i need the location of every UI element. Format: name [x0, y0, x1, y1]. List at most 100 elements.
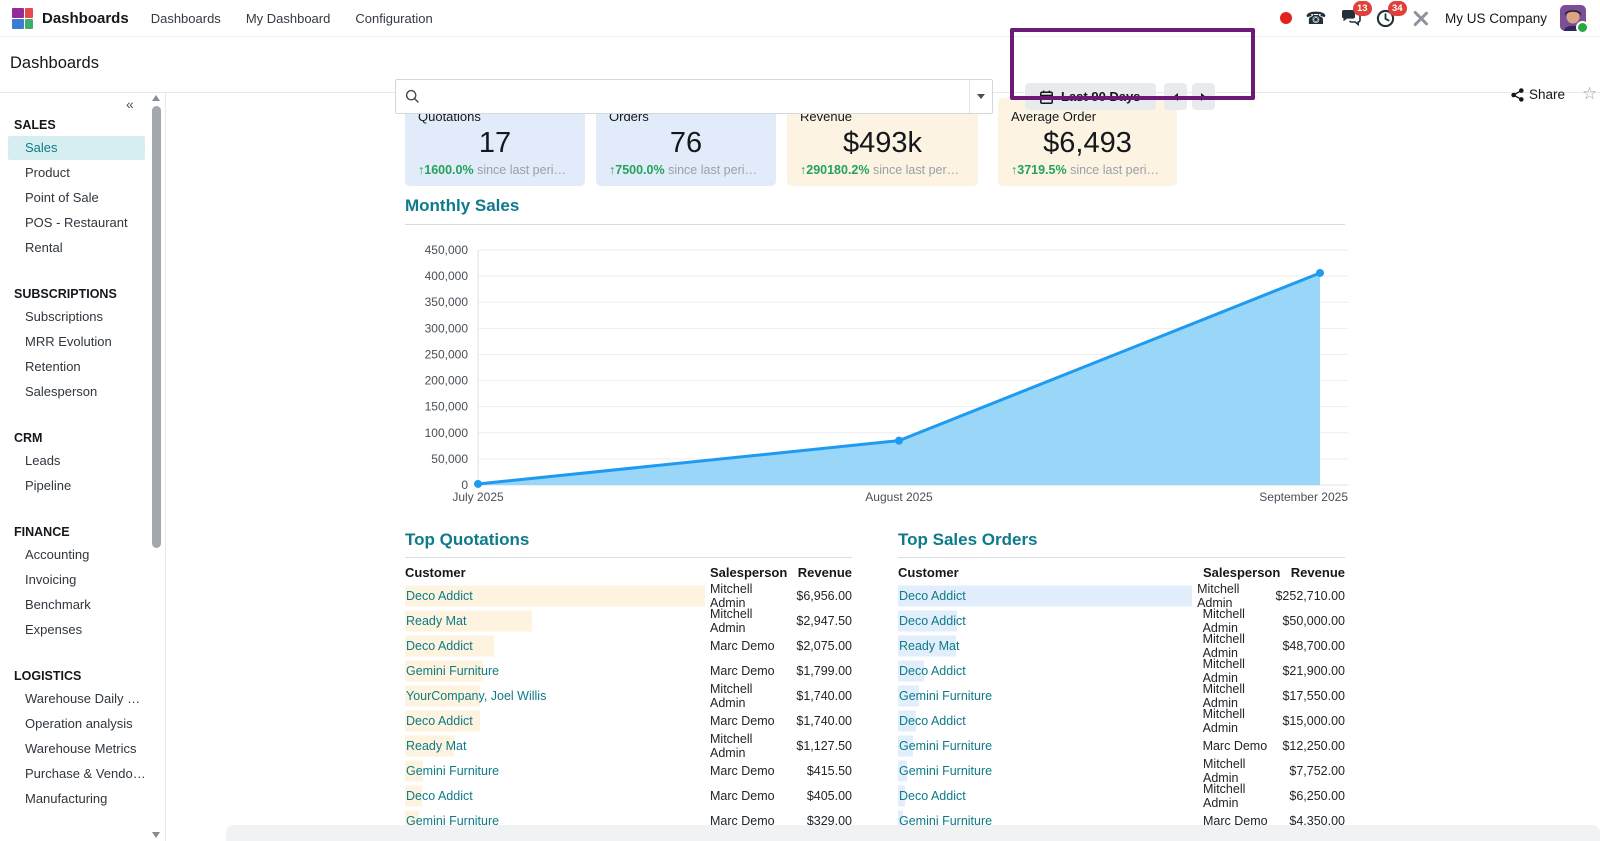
apps-grid-icon[interactable] — [12, 8, 33, 29]
customer-link[interactable]: YourCompany, Joel Willis — [405, 689, 546, 703]
table-row[interactable]: Ready MatMitchell Admin$48,700.00 — [898, 633, 1345, 658]
activities-clock-icon[interactable]: 34 — [1375, 7, 1397, 29]
table-row[interactable]: Ready MatMitchell Admin$1,127.50 — [405, 733, 852, 758]
table-row[interactable]: Deco AddictMarc Demo$1,740.00 — [405, 708, 852, 733]
sidebar-item-operation-analysis[interactable]: Operation analysis — [8, 712, 145, 736]
sidebar-item-product[interactable]: Product — [8, 161, 145, 185]
sidebar-item-warehouse-metrics[interactable]: Warehouse Metrics — [8, 737, 145, 761]
search-input[interactable] — [426, 79, 969, 114]
messages-icon[interactable]: 13 — [1340, 7, 1362, 29]
scrollbar-up-arrow[interactable] — [152, 95, 160, 101]
customer-cell: Deco Addict — [405, 639, 705, 653]
table-row[interactable]: Ready MatMitchell Admin$2,947.50 — [405, 608, 852, 633]
app-name[interactable]: Dashboards — [42, 10, 129, 27]
sidebar-item-invoicing[interactable]: Invoicing — [8, 568, 145, 592]
chevron-down-icon — [977, 94, 985, 99]
sidebar-item-pos-restaurant[interactable]: POS - Restaurant — [8, 211, 145, 235]
customer-cell: Ready Mat — [405, 614, 705, 628]
customer-link[interactable]: Deco Addict — [898, 614, 966, 628]
column-header-customer: Customer — [898, 565, 1198, 580]
revenue-cell: $252,710.00 — [1275, 589, 1345, 603]
sidebar-item-expenses[interactable]: Expenses — [8, 618, 145, 642]
table-row[interactable]: Gemini FurnitureMarc Demo$12,250.00 — [898, 733, 1345, 758]
sidebar-collapse-icon[interactable]: « — [126, 96, 134, 112]
tools-icon[interactable] — [1410, 7, 1432, 29]
customer-link[interactable]: Deco Addict — [898, 664, 966, 678]
table-row[interactable]: Deco AddictMitchell Admin$252,710.00 — [898, 583, 1345, 608]
table-row[interactable]: Gemini FurnitureMarc Demo$415.50 — [405, 758, 852, 783]
nav-menu-configuration[interactable]: Configuration — [355, 11, 432, 26]
table-row[interactable]: Deco AddictMitchell Admin$6,956.00 — [405, 583, 852, 608]
customer-link[interactable]: Deco Addict — [898, 789, 966, 803]
data-point[interactable] — [1316, 269, 1324, 277]
customer-link[interactable]: Deco Addict — [898, 714, 966, 728]
search-options-toggle[interactable] — [969, 80, 992, 113]
customer-link[interactable]: Ready Mat — [405, 739, 466, 753]
table-row[interactable]: YourCompany, Joel WillisMitchell Admin$1… — [405, 683, 852, 708]
customer-link[interactable]: Deco Addict — [405, 639, 473, 653]
scrollbar-down-arrow[interactable] — [152, 832, 160, 838]
customer-cell: Gemini Furniture — [405, 664, 705, 678]
customer-link[interactable]: Gemini Furniture — [405, 764, 499, 778]
sidebar-item-manufacturing[interactable]: Manufacturing — [8, 787, 145, 811]
search-icon — [396, 89, 426, 104]
nav-menu-my-dashboard[interactable]: My Dashboard — [246, 11, 331, 26]
table-row[interactable]: Gemini FurnitureMitchell Admin$17,550.00 — [898, 683, 1345, 708]
customer-link[interactable]: Deco Addict — [405, 714, 473, 728]
data-point[interactable] — [895, 437, 903, 445]
customer-link[interactable]: Deco Addict — [405, 789, 473, 803]
phone-icon[interactable]: ☎ — [1305, 7, 1327, 29]
revenue-cell: $50,000.00 — [1282, 614, 1345, 628]
sidebar-item-leads[interactable]: Leads — [8, 449, 145, 473]
nav-menu-dashboards[interactable]: Dashboards — [151, 11, 221, 26]
next-period-button[interactable] — [1192, 83, 1215, 110]
sidebar-item-point-of-sale[interactable]: Point of Sale — [8, 186, 145, 210]
sidebar-item-subscriptions[interactable]: Subscriptions — [8, 305, 145, 329]
customer-link[interactable]: Gemini Furniture — [898, 814, 992, 828]
previous-period-button[interactable] — [1164, 83, 1187, 110]
table-row[interactable]: Deco AddictMitchell Admin$50,000.00 — [898, 608, 1345, 633]
customer-link[interactable]: Gemini Furniture — [898, 739, 992, 753]
customer-cell: Deco Addict — [898, 664, 1198, 678]
table-row[interactable]: Deco AddictMitchell Admin$15,000.00 — [898, 708, 1345, 733]
table-row[interactable]: Gemini FurnitureMarc Demo$1,799.00 — [405, 658, 852, 683]
sidebar-item-salesperson[interactable]: Salesperson — [8, 380, 145, 404]
data-point[interactable] — [474, 480, 482, 488]
sidebar-item-retention[interactable]: Retention — [8, 355, 145, 379]
panel-title: Top Sales Orders — [898, 530, 1345, 558]
customer-link[interactable]: Deco Addict — [898, 589, 966, 603]
kpi-trend: ↑3719.5% since last peri… — [1011, 163, 1164, 177]
table-row[interactable]: Deco AddictMitchell Admin$21,900.00 — [898, 658, 1345, 683]
table-header-row: Customer Salesperson Revenue — [898, 561, 1345, 583]
share-button[interactable]: Share — [1511, 87, 1565, 102]
sidebar-item-accounting[interactable]: Accounting — [8, 543, 145, 567]
customer-link[interactable]: Ready Mat — [898, 639, 959, 653]
company-name[interactable]: My US Company — [1445, 11, 1547, 26]
customer-link[interactable]: Deco Addict — [405, 589, 473, 603]
sidebar-sections: SALESSalesProductPoint of SalePOS - Rest… — [0, 92, 150, 812]
sidebar-item-sales[interactable]: Sales — [8, 136, 145, 160]
table-row[interactable]: Gemini FurnitureMitchell Admin$7,752.00 — [898, 758, 1345, 783]
salesperson-cell: Mitchell Admin — [1198, 707, 1283, 735]
favorite-star-icon[interactable]: ☆ — [1582, 84, 1597, 104]
table-row[interactable]: Deco AddictMarc Demo$2,075.00 — [405, 633, 852, 658]
customer-link[interactable]: Gemini Furniture — [898, 764, 992, 778]
breadcrumb[interactable]: Dashboards — [10, 54, 99, 73]
app-icon-tile — [25, 19, 33, 29]
sidebar-item-warehouse-daily[interactable]: Warehouse Daily … — [8, 687, 145, 711]
customer-link[interactable]: Gemini Furniture — [405, 664, 499, 678]
sidebar-item-rental[interactable]: Rental — [8, 236, 145, 260]
sidebar-item-benchmark[interactable]: Benchmark — [8, 593, 145, 617]
user-avatar[interactable] — [1560, 5, 1586, 31]
sidebar-item-purchase-vendo[interactable]: Purchase & Vendo… — [8, 762, 145, 786]
table-row[interactable]: Deco AddictMitchell Admin$6,250.00 — [898, 783, 1345, 808]
table-row[interactable]: Deco AddictMarc Demo$405.00 — [405, 783, 852, 808]
customer-link[interactable]: Gemini Furniture — [898, 689, 992, 703]
customer-link[interactable]: Gemini Furniture — [405, 814, 499, 828]
date-range-button[interactable]: Last 90 Days — [1025, 83, 1156, 110]
sidebar-item-pipeline[interactable]: Pipeline — [8, 474, 145, 498]
sidebar-scrollbar-thumb[interactable] — [152, 106, 161, 548]
sidebar-item-mrr-evolution[interactable]: MRR Evolution — [8, 330, 145, 354]
customer-link[interactable]: Ready Mat — [405, 614, 466, 628]
kpi-value: 17 — [418, 129, 572, 158]
